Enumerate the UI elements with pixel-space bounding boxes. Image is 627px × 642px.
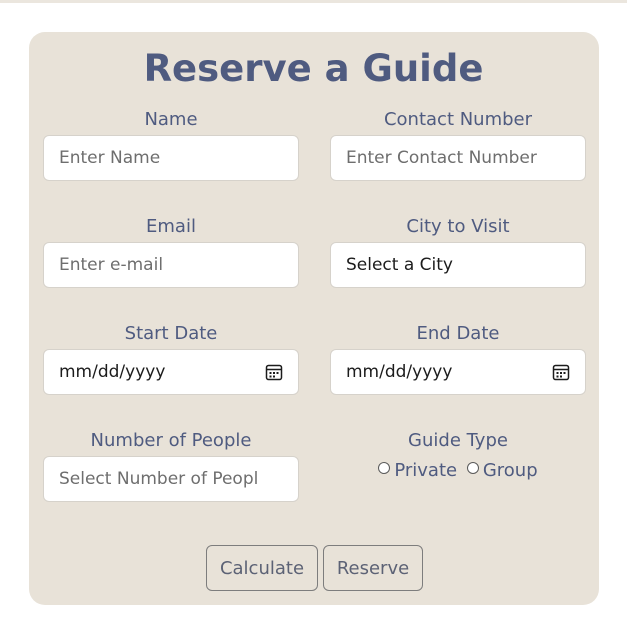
- guide-type-radio-group: Private Group: [330, 459, 586, 483]
- end-date-label: End Date: [416, 323, 500, 344]
- name-input[interactable]: [43, 135, 299, 181]
- page-title: Reserve a Guide: [143, 47, 484, 90]
- calendar-icon[interactable]: [552, 363, 570, 381]
- city-select-value: Select a City: [346, 255, 453, 275]
- name-label: Name: [144, 109, 198, 130]
- contact-number-input[interactable]: [330, 135, 586, 181]
- email-input[interactable]: [43, 242, 299, 288]
- start-date-input[interactable]: mm/dd/yyyy: [43, 349, 299, 395]
- number-of-people-select[interactable]: Select Number of Peopl: [43, 456, 299, 502]
- calendar-icon[interactable]: [265, 363, 283, 381]
- number-of-people-label: Number of People: [90, 430, 252, 451]
- start-date-label: Start Date: [124, 323, 218, 344]
- group-radio[interactable]: [466, 462, 479, 474]
- guide-type-label: Guide Type: [408, 430, 508, 451]
- top-divider: [0, 0, 627, 3]
- email-label: Email: [146, 216, 196, 237]
- city-label: City to Visit: [406, 216, 510, 237]
- private-radio[interactable]: [378, 462, 391, 474]
- end-date-value: mm/dd/yyyy: [346, 362, 453, 382]
- contact-number-label: Contact Number: [383, 109, 533, 130]
- reserve-button[interactable]: Reserve: [323, 545, 423, 591]
- group-radio-label[interactable]: Group: [483, 460, 538, 481]
- calculate-button[interactable]: Calculate: [206, 545, 318, 591]
- private-radio-label[interactable]: Private: [394, 460, 457, 481]
- start-date-value: mm/dd/yyyy: [59, 362, 166, 382]
- city-select[interactable]: Select a City: [330, 242, 586, 288]
- number-of-people-placeholder: Select Number of Peopl: [59, 469, 259, 489]
- end-date-input[interactable]: mm/dd/yyyy: [330, 349, 586, 395]
